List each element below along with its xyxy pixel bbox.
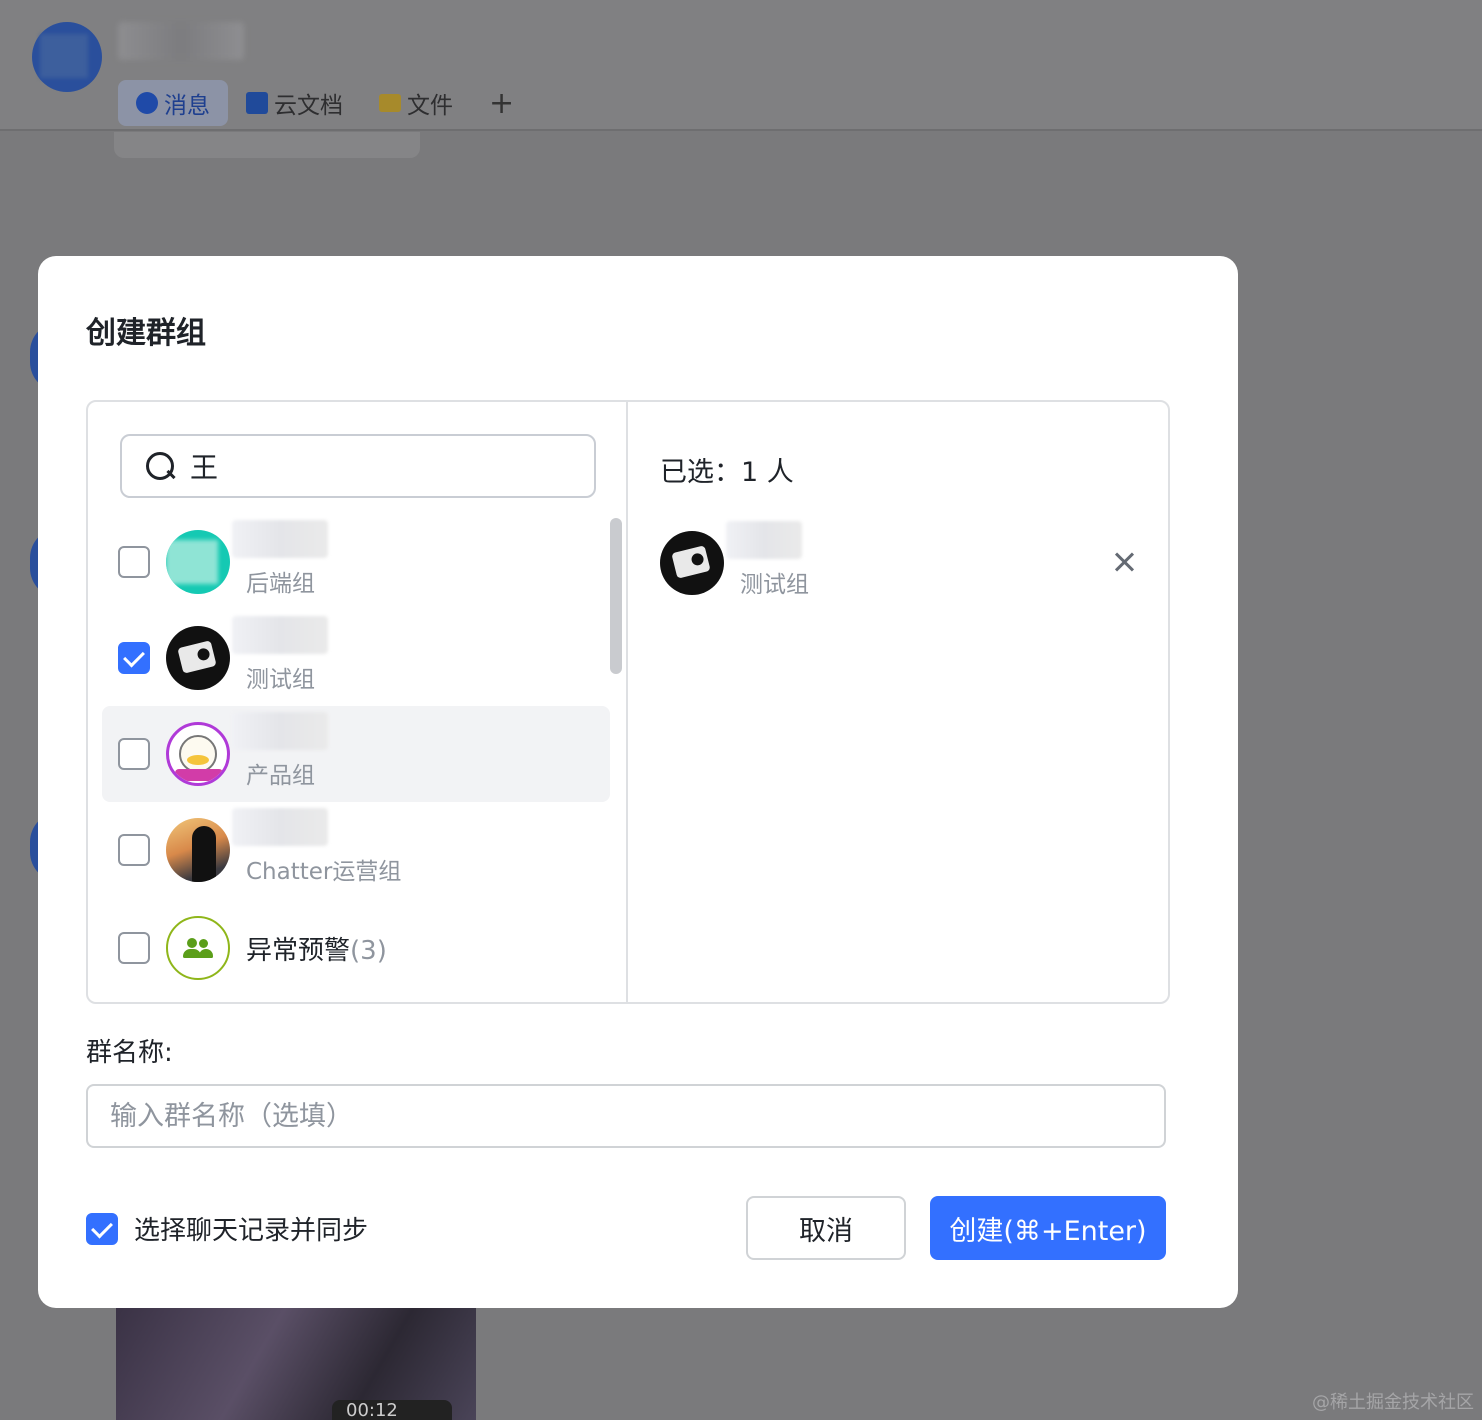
tab-messages[interactable]: 消息 [118,80,228,126]
department-label: 测试组 [740,572,809,598]
create-group-dialog: 创建群组 后端组 [38,256,1238,1308]
chat-tabs: 消息 云文档 文件 + [118,80,532,126]
group-avatar [166,916,230,980]
department-label: 后端组 [246,571,315,597]
camera-avatar [166,626,230,690]
group-name-label: 群名称: [86,1038,173,1068]
selected-item: 测试组 [660,521,1144,598]
name-blurred [726,521,802,559]
message-icon [136,92,158,114]
app-header: 消息 云文档 文件 + [0,0,1482,131]
teal-avatar [166,530,230,594]
selected-count: 已选：1 人 [660,457,794,488]
video-duration: 00:12 [332,1400,452,1420]
duck-avatar [166,722,230,786]
doc-icon [246,92,268,114]
folder-icon [379,94,401,112]
search-input[interactable] [190,449,570,483]
add-tab-button[interactable]: + [471,80,532,126]
plus-icon: + [489,85,515,121]
camera-avatar [660,531,724,595]
result-list: 后端组 测试组 产品组 Chatter运营组 异常预警(3) [102,514,610,998]
message-bubble [114,132,420,158]
name-blurred [232,616,328,654]
list-item[interactable]: Chatter运营组 [102,802,610,898]
list-scrollbar[interactable] [610,518,622,674]
group-name-input[interactable] [86,1084,1166,1148]
name-blurred [232,712,328,750]
create-button[interactable]: 创建(⌘+Enter) [930,1196,1166,1260]
tab-docs[interactable]: 云文档 [228,80,361,126]
sync-history-label: 选择聊天记录并同步 [134,1216,369,1246]
list-item[interactable]: 测试组 [102,610,610,706]
list-item[interactable]: 异常预警(3) [102,898,610,998]
group-icon [183,938,213,958]
sync-history-checkbox[interactable] [86,1212,118,1245]
name-blurred [232,808,328,846]
checkbox[interactable] [118,834,150,866]
chat-avatar[interactable] [32,22,102,92]
group-name: 异常预警(3) [246,935,387,966]
department-label: 产品组 [246,763,315,789]
checkbox[interactable] [118,932,150,964]
selected-pane: 已选：1 人 测试组 [628,402,1168,1002]
tab-files[interactable]: 文件 [361,80,471,126]
sync-history-option[interactable]: 选择聊天记录并同步 [86,1210,368,1247]
checkbox[interactable] [118,546,150,578]
member-picker: 后端组 测试组 产品组 [86,400,1170,1004]
checkbox-checked[interactable] [118,642,150,674]
department-label: 测试组 [246,667,315,693]
list-item[interactable]: 后端组 [102,514,610,610]
search-pane: 后端组 测试组 产品组 [88,402,628,1002]
cancel-button[interactable]: 取消 [746,1196,906,1260]
list-item[interactable]: 产品组 [102,706,610,802]
name-blurred [232,520,328,558]
search-box[interactable] [120,434,596,498]
silhouette-avatar [166,818,230,882]
chat-title-blurred [118,22,244,60]
dialog-title: 创建群组 [86,316,206,351]
watermark: @稀土掘金技术社区 [1312,1392,1474,1413]
search-icon [144,450,176,482]
department-label: Chatter运营组 [246,859,402,885]
video-message[interactable]: 00:12 [116,1308,476,1420]
checkbox[interactable] [118,738,150,770]
remove-selected-icon[interactable] [1112,550,1136,574]
